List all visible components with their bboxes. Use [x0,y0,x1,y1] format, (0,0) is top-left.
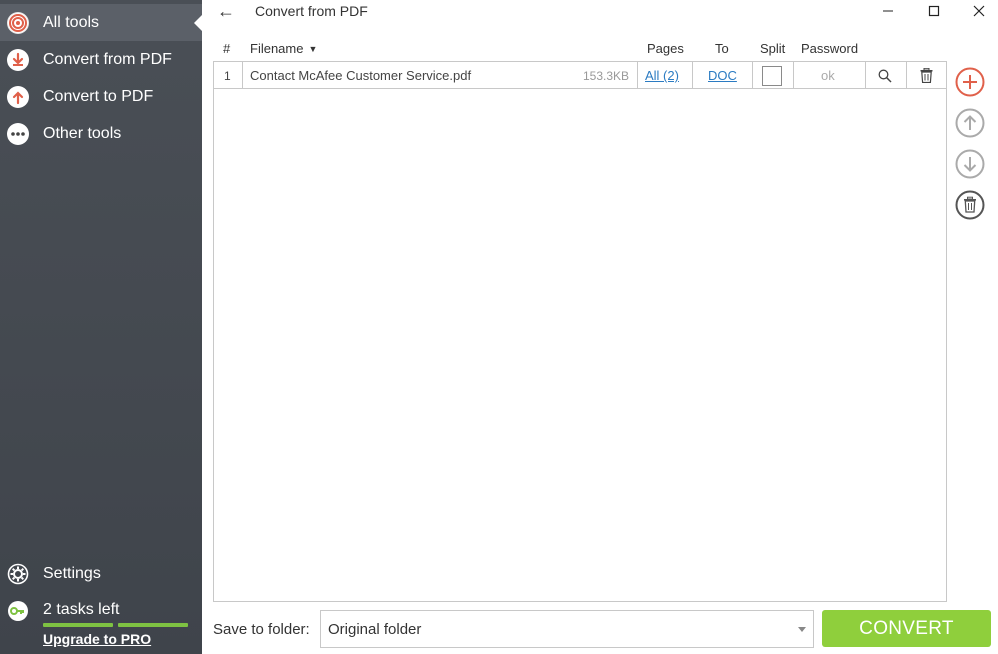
column-header-number: # [223,41,231,56]
pages-link[interactable]: All (2) [645,62,679,89]
key-icon [7,600,29,622]
close-icon [973,5,985,17]
file-size: 153.3KB [583,68,630,83]
tasks-left-label: 2 tasks left [43,601,120,618]
sidebar-item-convert-to-pdf[interactable]: Convert to PDF [0,78,202,115]
convert-from-pdf-icon [7,48,29,71]
task-progress-segment [118,623,188,627]
sidebar-item-other-tools[interactable]: Other tools [0,115,202,152]
convert-button[interactable]: CONVERT [822,610,991,647]
column-header-split: Split [760,41,786,56]
column-divider [793,62,794,89]
back-button[interactable]: ← [214,0,238,22]
sort-down-icon: ▼ [308,44,318,54]
maximize-icon [928,5,940,17]
password-status: ok [821,68,835,83]
column-header-filename[interactable]: Filename ▼ [250,41,317,56]
sidebar-item-label: All tools [43,13,100,31]
sidebar-item-settings[interactable]: Settings [0,555,202,592]
trash-icon [955,190,985,220]
column-header-pages: Pages [647,41,684,56]
column-divider [906,62,907,89]
upgrade-to-pro-link[interactable]: Upgrade to PRO [43,631,151,647]
other-tools-icon [7,122,29,145]
preview-button[interactable] [878,62,892,89]
add-file-button[interactable] [955,67,985,97]
file-name: Contact McAfee Customer Service.pdf [250,68,472,83]
move-down-button[interactable] [955,149,985,179]
column-divider [865,62,866,89]
save-folder-dropdown[interactable]: Original folder [320,610,814,648]
app-window: All tools Convert from PDF Convert to PD… [0,0,998,654]
gear-icon [7,563,29,585]
sidebar-item-convert-from-pdf[interactable]: Convert from PDF [0,41,202,78]
search-icon [878,69,892,83]
column-header-to: To [715,41,729,56]
row-number: 1 [224,68,231,83]
column-header-password: Password [801,41,859,56]
sidebar-item-label: Convert to PDF [43,87,154,105]
close-button[interactable] [957,0,998,22]
column-header-filename-label: Filename [250,41,304,56]
split-cell [762,62,782,89]
table-row[interactable]: 1 Contact McAfee Customer Service.pdf 15… [214,62,946,89]
all-tools-icon [7,11,29,34]
delete-row-button[interactable] [920,62,933,89]
file-list[interactable]: 1 Contact McAfee Customer Service.pdf 15… [213,61,947,602]
output-format-link[interactable]: DOC [708,62,737,89]
move-up-button[interactable] [955,108,985,138]
sidebar-item-label: Other tools [43,124,122,142]
page-title: Convert from PDF [255,3,368,19]
task-progress-segment [43,623,113,627]
clear-all-button[interactable] [955,190,985,220]
arrow-down-icon [955,149,985,179]
column-divider [242,62,243,89]
back-arrow-icon: ← [217,0,235,21]
save-to-folder-label: Save to folder: [213,621,310,638]
tasks-panel: 2 tasks left Upgrade to PRO [0,597,202,647]
sidebar-item-all-tools[interactable]: All tools [0,4,202,41]
convert-to-pdf-icon [7,85,29,108]
arrow-up-icon [955,108,985,138]
trash-icon [920,68,933,83]
minimize-button[interactable] [866,0,910,22]
plus-icon [955,67,985,97]
settings-label: Settings [43,564,101,582]
sidebar: All tools Convert from PDF Convert to PD… [0,0,202,654]
column-divider [752,62,753,89]
column-divider [637,62,638,89]
minimize-icon [883,10,893,12]
column-divider [692,62,693,89]
chevron-down-icon [798,627,806,632]
maximize-button[interactable] [912,0,956,22]
sidebar-item-label: Convert from PDF [43,50,172,68]
save-folder-value: Original folder [328,621,422,638]
split-checkbox[interactable] [762,65,782,86]
